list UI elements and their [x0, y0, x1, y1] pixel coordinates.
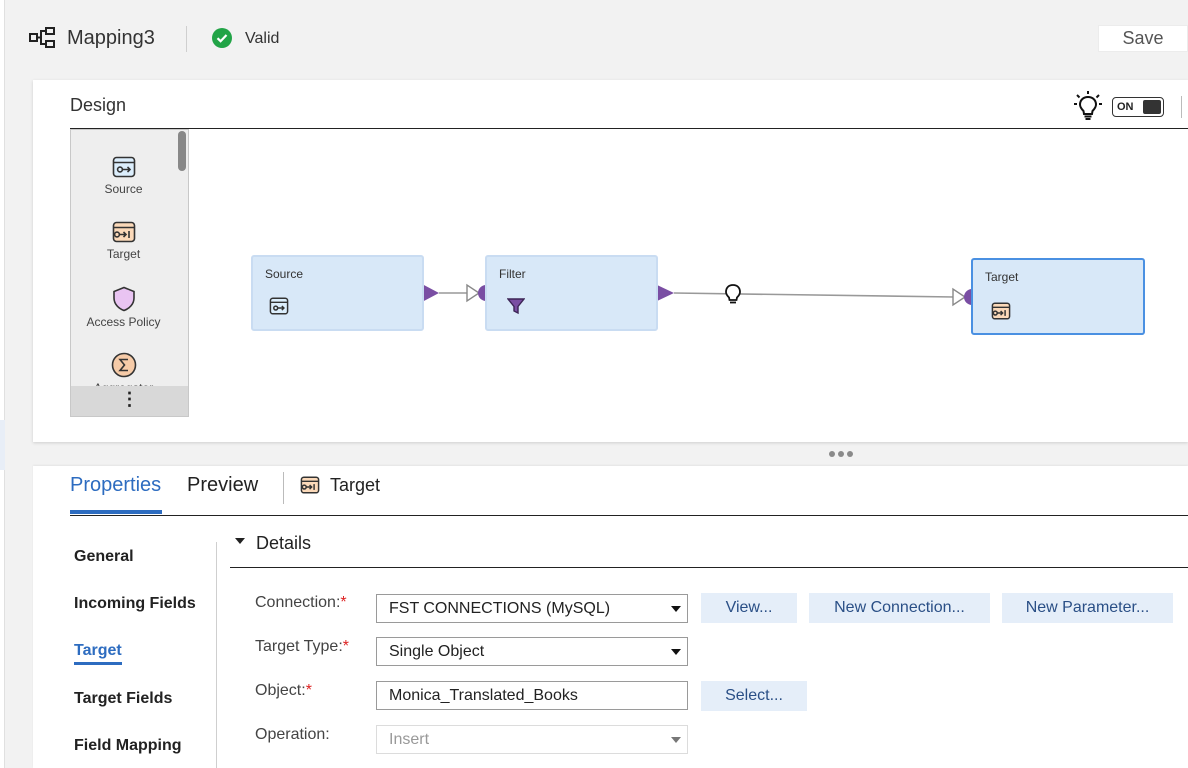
node-source-label: Source — [265, 267, 304, 281]
new-connection-button[interactable]: New Connection... — [809, 593, 990, 623]
node-target-label: Target — [985, 270, 1019, 284]
validation-status: Valid — [245, 30, 280, 47]
target-input-arrow — [952, 287, 967, 307]
design-panel: Design ON Source Target Access Policy ⋮ … — [33, 80, 1188, 442]
target-type-label: Target Type:* — [255, 638, 349, 655]
target-icon — [300, 476, 320, 494]
caret-down-icon[interactable] — [235, 538, 245, 544]
selected-object-label: Target — [330, 475, 381, 495]
link-filter-target — [673, 292, 955, 298]
left-strip — [0, 0, 5, 768]
node-target[interactable]: Target — [971, 258, 1145, 335]
tab-properties[interactable]: Properties — [70, 474, 161, 497]
nav-active-indicator — [74, 662, 122, 665]
properties-panel: Properties Preview Target General Incomi… — [33, 466, 1188, 768]
nav-incoming-fields[interactable]: Incoming Fields — [74, 595, 196, 613]
target-type-select[interactable]: Single Object — [376, 637, 688, 666]
source-output-port — [422, 284, 439, 302]
nav-general[interactable]: General — [74, 548, 134, 566]
details-section-title[interactable]: Details — [256, 533, 311, 554]
operation-value: Insert — [389, 731, 430, 748]
filter-icon — [507, 298, 525, 315]
chevron-down-icon — [671, 649, 681, 655]
node-source[interactable]: Source — [251, 255, 424, 331]
nav-divider — [216, 542, 217, 768]
check-circle-icon — [212, 28, 232, 48]
connection-value: FST CONNECTIONS (MySQL) — [389, 600, 611, 617]
nav-field-mapping[interactable]: Field Mapping — [74, 737, 182, 755]
left-strip-marker — [0, 420, 5, 470]
view-connection-button[interactable]: View... — [701, 593, 797, 623]
chevron-down-icon — [671, 737, 681, 743]
tabs-rule — [70, 515, 1188, 516]
chevron-down-icon — [671, 606, 681, 612]
save-button[interactable]: Save — [1098, 25, 1188, 52]
link-lightbulb-icon — [725, 284, 741, 304]
object-label: Object:* — [255, 682, 312, 699]
object-field[interactable]: Monica_Translated_Books — [376, 681, 688, 710]
mapping-title: Mapping3 — [67, 27, 155, 49]
header-divider — [186, 26, 187, 52]
tab-divider — [283, 472, 284, 504]
node-filter-label: Filter — [499, 267, 526, 281]
source-icon — [269, 297, 289, 315]
mapping-icon — [29, 27, 55, 48]
target-type-value: Single Object — [389, 643, 485, 660]
details-rule — [230, 567, 1188, 568]
header: Mapping3 Valid Save — [5, 0, 1188, 78]
select-object-button[interactable]: Select... — [701, 681, 807, 711]
tab-preview[interactable]: Preview — [187, 474, 258, 497]
operation-select[interactable]: Insert — [376, 725, 688, 754]
connection-label: Connection:* — [255, 594, 347, 611]
panel-resize-handle[interactable] — [829, 451, 856, 457]
node-filter[interactable]: Filter — [485, 255, 658, 331]
nav-target[interactable]: Target — [74, 642, 122, 660]
operation-label: Operation: — [255, 726, 330, 743]
connection-select[interactable]: FST CONNECTIONS (MySQL) — [376, 594, 688, 623]
target-icon — [991, 302, 1011, 320]
new-parameter-button[interactable]: New Parameter... — [1002, 593, 1173, 623]
filter-input-arrow — [466, 283, 481, 303]
nav-target-fields[interactable]: Target Fields — [74, 690, 172, 708]
active-tab-indicator — [70, 510, 162, 514]
